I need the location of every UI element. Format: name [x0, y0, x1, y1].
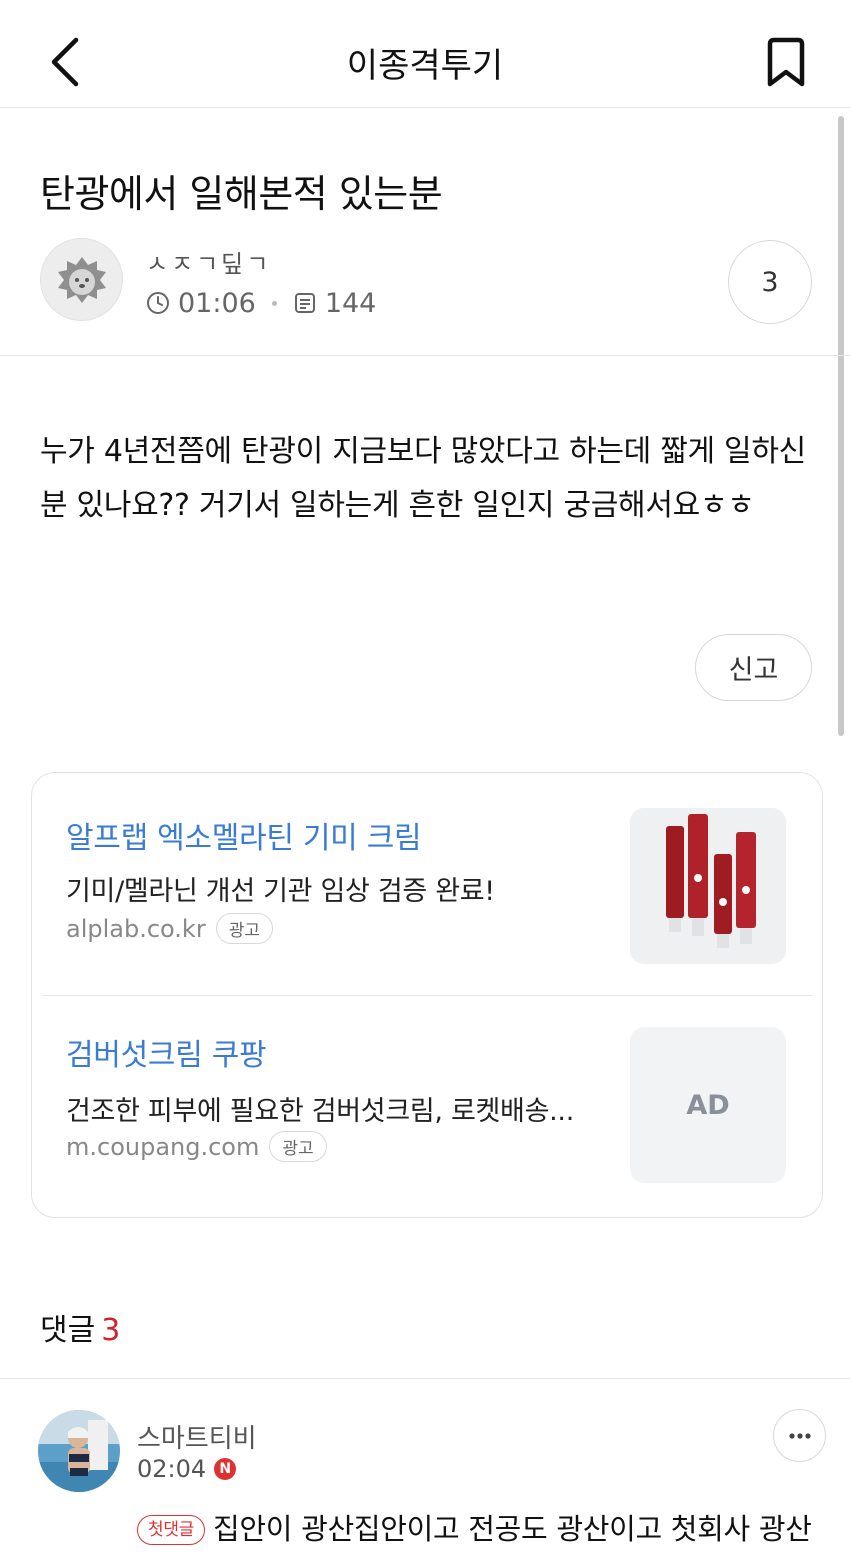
post-time: 01:06	[178, 287, 256, 319]
meta-separator	[271, 300, 277, 306]
view-count: 144	[324, 287, 377, 319]
comment-time: 02:04	[137, 1455, 207, 1483]
bookmark-icon	[767, 37, 805, 87]
ad-placeholder-text: AD	[686, 1089, 730, 1121]
report-button[interactable]: 신고	[695, 634, 812, 701]
comment-body: 첫댓글집안이 광산집안이고 전공도 광산이고 첫회사 광산관련 회사였어서...	[137, 1504, 827, 1554]
ad-source: m.coupang.com 광고	[66, 1131, 327, 1162]
ad-description: 건조한 피부에 필요한 검버섯크림, 로켓배송...	[66, 1096, 574, 1127]
ad-badge: 광고	[269, 1131, 327, 1162]
board-title: 이종격투기	[346, 46, 504, 86]
comments-header: 댓글 3	[40, 1305, 120, 1349]
ad-container: 알프랩 엑소멜라틴 기미 크림 기미/멜라닌 개선 기관 임상 검증 완료! a…	[31, 772, 823, 1218]
ad-item[interactable]: 알프랩 엑소멜라틴 기미 크림 기미/멜라닌 개선 기관 임상 검증 완료! a…	[32, 773, 824, 973]
comment-more-button[interactable]	[773, 1409, 826, 1462]
scrollbar[interactable]	[838, 116, 844, 736]
post-title: 탄광에서 일해본적 있는분	[40, 172, 443, 216]
commenter-avatar[interactable]	[38, 1410, 120, 1492]
ad-thumbnail[interactable]	[630, 808, 786, 964]
first-comment-badge: 첫댓글	[137, 1515, 206, 1545]
comments-label: 댓글	[40, 1313, 96, 1348]
ad-url: m.coupang.com	[66, 1132, 260, 1161]
divider	[0, 1378, 850, 1379]
comment-author[interactable]: 스마트티비	[137, 1418, 257, 1455]
comment-count-button[interactable]: 3	[728, 240, 812, 324]
clock-icon	[147, 292, 169, 314]
cream-tubes-image	[630, 808, 786, 964]
more-icon	[788, 1432, 811, 1439]
ad-url: alplab.co.kr	[66, 914, 206, 943]
ad-title[interactable]: 알프랩 엑소멜라틴 기미 크림	[66, 813, 422, 857]
author-name[interactable]: ㅅㅈㄱ딮ㄱ	[146, 244, 271, 279]
ad-title[interactable]: 검버섯크림 쿠팡	[66, 1030, 267, 1074]
ad-source: alplab.co.kr 광고	[66, 913, 273, 944]
new-badge: N	[214, 1458, 237, 1480]
ad-item[interactable]: 검버섯크림 쿠팡 건조한 피부에 필요한 검버섯크림, 로켓배송... m.co…	[32, 995, 824, 1195]
bookmark-button[interactable]	[762, 36, 810, 90]
post-meta: 01:06 144	[146, 286, 376, 320]
top-bar: 이종격투기	[0, 0, 850, 108]
divider	[0, 355, 850, 356]
comment-meta: 02:04 N	[137, 1455, 237, 1483]
post-body: 누가 4년전쯤에 탄광이 지금보다 많았다고 하는데 짧게 일하신분 있나요??…	[40, 434, 806, 523]
ad-description: 기미/멜라닌 개선 기관 임상 검증 완료!	[66, 876, 495, 907]
hedgehog-avatar-icon	[58, 257, 106, 303]
ad-badge: 광고	[215, 913, 273, 944]
ad-thumbnail[interactable]: AD	[630, 1027, 786, 1183]
comments-count: 3	[101, 1313, 121, 1348]
author-avatar[interactable]	[40, 238, 123, 321]
views-icon	[294, 293, 315, 313]
profile-photo-image	[38, 1410, 120, 1492]
comment-text: 집안이 광산집안이고 전공도 광산이고 첫회사 광산관련 회사였어서...	[213, 1512, 812, 1546]
